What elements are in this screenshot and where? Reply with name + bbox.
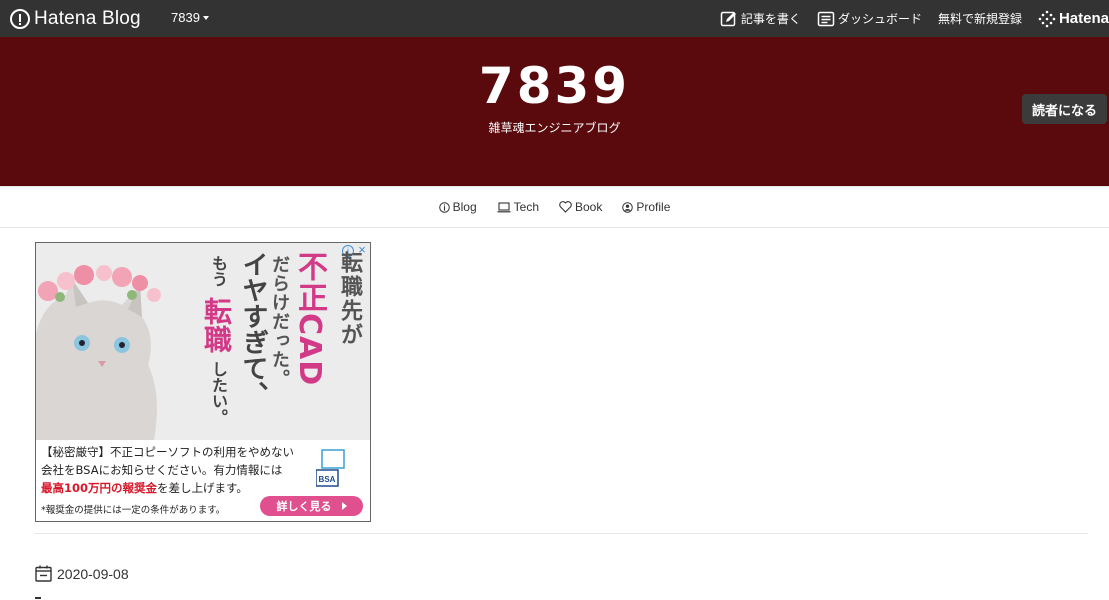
ad-prize-text: 最高100万円の報奨金 (41, 481, 158, 495)
nav-item-label: Tech (513, 200, 539, 214)
hatena-blog-logo-text: Hatena Blog (34, 8, 141, 29)
caret-down-icon (202, 15, 209, 20)
ad-copy-3: だらけだった。 (269, 255, 290, 388)
edit-icon (720, 11, 736, 26)
nav-item-label: Blog (452, 200, 477, 214)
bsa-logo-text: BSA (319, 475, 336, 484)
hatena-blog-logo-icon (10, 9, 30, 29)
advertisement[interactable]: i × 転職先が 不正CAD だらけだった。 イヤすぎて、 もう 転職 したい。… (35, 242, 371, 522)
ad-text-line: 【秘密厳守】不正コピーソフトの利用をやめない (41, 445, 294, 459)
hatena-dots-icon (1038, 10, 1056, 27)
bsa-logo: BSA (315, 448, 356, 488)
calendar-icon (35, 565, 52, 582)
blog-description: 雑草魂エンジニアブログ (488, 121, 621, 135)
entry-date-label: 2020-09-08 (57, 565, 129, 582)
ad-copy-4: イヤすぎて、 (238, 251, 268, 407)
write-entry-label: 記事を書く (740, 12, 801, 26)
entry-date[interactable]: 2020-09-08 (35, 565, 129, 582)
ad-copy-1: 転職先が (337, 251, 362, 347)
dashboard-icon (817, 11, 835, 26)
subscribe-button[interactable]: 読者になる (1022, 94, 1107, 124)
ad-text-suffix: を差し上げます。 (157, 481, 248, 495)
ad-text-line: 会社をBSAにお知らせください。有力情報には (41, 463, 283, 477)
global-header: Hatena Blog 7839 記事を書く ダッシュボード 無料で新規登録 H… (0, 0, 1109, 37)
blog-nav: Blog Tech Book Profile (0, 186, 1109, 228)
blog-title[interactable]: 7839 (0, 55, 1109, 117)
ad-copy-7: したい。 (209, 361, 228, 425)
hatena-blog-logo[interactable]: Hatena Blog (10, 7, 141, 31)
arrow-right-icon (341, 502, 347, 510)
hatena-label: Hatena (1058, 10, 1109, 27)
ad-text-area: 【秘密厳守】不正コピーソフトの利用をやめない 会社をBSAにお知らせください。有… (36, 440, 370, 521)
flower-crown (38, 265, 161, 302)
ad-note: *報奨金の提供には一定の条件があります。 (41, 505, 226, 516)
ad-text-line: 最高100万円の報奨金を差し上げます。 (41, 480, 248, 496)
ad-image: i × 転職先が 不正CAD だらけだった。 イヤすぎて、 もう 転職 したい。 (36, 243, 370, 440)
dashboard-link[interactable]: ダッシュボード (817, 10, 922, 28)
nav-item-book[interactable]: Book (559, 200, 602, 214)
heart-icon (559, 201, 572, 213)
content-continuation-mark (35, 597, 41, 599)
ad-details-button[interactable]: 詳しく見る (260, 496, 363, 516)
ad-copy-2: 不正CAD (292, 251, 327, 387)
ad-copy-5: もう (209, 255, 228, 287)
info-icon (438, 201, 450, 213)
blog-title-area: 7839 雑草魂エンジニアブログ 読者になる (0, 37, 1109, 186)
ad-copy-6: 転職 (200, 297, 233, 353)
ad-details-label: 詳しく見る (276, 500, 332, 513)
separator (35, 533, 1088, 534)
dashboard-label: ダッシュボード (837, 12, 922, 26)
nav-item-profile[interactable]: Profile (622, 200, 670, 214)
nav-item-label: Book (575, 200, 603, 214)
nav-item-blog[interactable]: Blog (438, 200, 477, 214)
blog-switcher-label: 7839 (171, 10, 200, 25)
blog-switcher[interactable]: 7839 (171, 10, 209, 25)
nav-item-label: Profile (636, 200, 671, 214)
register-link[interactable]: 無料で新規登録 (938, 10, 1022, 27)
write-entry-link[interactable]: 記事を書く (720, 10, 801, 28)
hatena-menu[interactable]: Hatena (1038, 10, 1109, 28)
laptop-icon (497, 201, 511, 212)
nav-item-tech[interactable]: Tech (497, 200, 539, 214)
register-label: 無料で新規登録 (937, 12, 1022, 26)
user-circle-icon (622, 201, 634, 213)
